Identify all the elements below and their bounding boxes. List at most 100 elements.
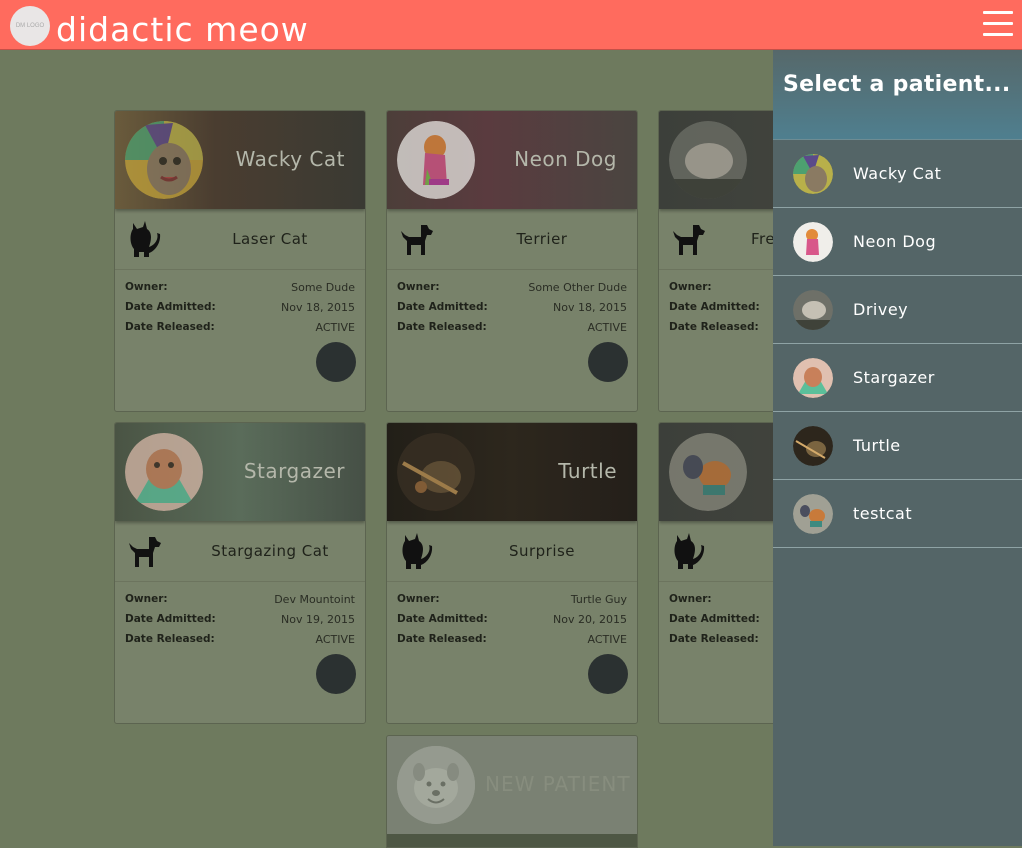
released-label: Date Released: [669, 633, 759, 645]
patient-avatar [793, 494, 833, 534]
patient-avatar [397, 121, 475, 199]
new-patient-card[interactable]: NEW PATIENT [386, 735, 638, 848]
admitted-label: Date Admitted: [669, 613, 760, 625]
patient-avatar [125, 121, 203, 199]
cat-icon [130, 221, 161, 257]
dog-face-icon [397, 746, 475, 824]
card-action-button[interactable] [316, 342, 356, 382]
drawer-item-wacky-cat[interactable]: Wacky Cat [773, 140, 1022, 208]
patient-card[interactable]: Stargazer Stargazing Cat Owner: Dev Mount… [114, 422, 366, 724]
patient-name: Turtle [558, 459, 617, 483]
patient-avatar [125, 433, 203, 511]
patient-avatar [669, 433, 747, 511]
patient-avatar [793, 222, 833, 262]
new-patient-avatar [397, 746, 475, 824]
owner-label: Owner: [125, 593, 168, 605]
released-value: ACTIVE [587, 320, 627, 334]
app-title: didactic meow [56, 10, 309, 49]
new-patient-header: NEW PATIENT [387, 736, 637, 834]
patient-avatar [793, 426, 833, 466]
card-action-button[interactable] [588, 342, 628, 382]
owner-value: Some Dude [291, 280, 355, 294]
patient-avatar [669, 121, 747, 199]
dog-icon [129, 537, 161, 567]
card-action-button[interactable] [588, 654, 628, 694]
admitted-value: Nov 18, 2015 [553, 300, 627, 314]
card-header: Wacky Cat [115, 111, 365, 209]
breed-label: Terrier [516, 230, 568, 248]
released-label: Date Released: [125, 321, 215, 333]
drawer-item-label: Stargazer [853, 368, 935, 387]
patient-name: Neon Dog [514, 147, 617, 171]
top-bar: DM LOGO didactic meow [0, 0, 1022, 50]
released-value: ACTIVE [587, 632, 627, 646]
patient-card[interactable]: Neon Dog Terrier Owner: Some Other Dude D… [386, 110, 638, 412]
drawer-item-label: Wacky Cat [853, 164, 942, 183]
card-header: Neon Dog [387, 111, 637, 209]
patient-info: Owner: Some Dude Date Admitted: Nov 18, 20… [125, 277, 355, 337]
admitted-value: Nov 18, 2015 [281, 300, 355, 314]
drawer-item-label: testcat [853, 504, 913, 523]
new-patient-label: NEW PATIENT [485, 772, 631, 796]
logo[interactable]: DM LOGO [10, 6, 50, 46]
admitted-value: Nov 19, 2015 [281, 612, 355, 626]
drawer-item-label: Turtle [853, 436, 901, 455]
breed-label: Laser Cat [232, 230, 308, 248]
owner-value: Turtle Guy [570, 592, 627, 606]
patient-name: Stargazer [243, 459, 345, 483]
patient-info: Owner: Turtle Guy Date Admitted: Nov 20, 2… [397, 589, 627, 649]
owner-label: Owner: [397, 281, 440, 293]
card-header: Stargazer [115, 423, 365, 521]
patient-avatar [793, 154, 833, 194]
patient-name: Wacky Cat [235, 147, 345, 171]
patient-avatar [793, 358, 833, 398]
dog-icon [673, 225, 705, 255]
drawer-item-label: Neon Dog [853, 232, 937, 251]
card-action-button[interactable] [316, 654, 356, 694]
hamburger-menu-icon[interactable] [983, 11, 1013, 38]
owner-value: Dev Mountoint [274, 592, 355, 606]
patient-avatar [397, 433, 475, 511]
drawer-item-turtle[interactable]: Turtle [773, 412, 1022, 480]
drawer-item-testcat[interactable]: testcat [773, 480, 1022, 548]
patient-card[interactable]: Turtle Surprise Owner: Turtle Guy Date Ad… [386, 422, 638, 724]
admitted-label: Date Admitted: [397, 301, 488, 313]
species-row: Stargazing Cat [115, 521, 365, 582]
logo-text: DM LOGO [15, 23, 45, 29]
admitted-label: Date Admitted: [669, 301, 760, 313]
patient-card[interactable]: Wacky Cat Laser Cat Owner: Some Dude Date… [114, 110, 366, 412]
admitted-label: Date Admitted: [125, 613, 216, 625]
admitted-label: Date Admitted: [125, 301, 216, 313]
breed-label: Stargazing Cat [211, 542, 329, 560]
patient-drawer: Select a patient... Wacky Cat Neon Dog D… [773, 50, 1022, 846]
drawer-title: Select a patient... [783, 72, 1011, 97]
patient-avatar [793, 290, 833, 330]
drawer-item-drivey[interactable]: Drivey [773, 276, 1022, 344]
drawer-item-label: Drivey [853, 300, 909, 319]
drawer-item-neon-dog[interactable]: Neon Dog [773, 208, 1022, 276]
patient-info: Owner: Dev Mountoint Date Admitted: Nov 19… [125, 589, 355, 649]
cat-icon [402, 533, 433, 569]
released-value: ACTIVE [315, 632, 355, 646]
species-row: Laser Cat [115, 209, 365, 270]
owner-label: Owner: [397, 593, 440, 605]
new-patient-footer [387, 834, 637, 847]
species-row: Terrier [387, 209, 637, 270]
patient-info: Owner: Some Other Dude Date Admitted: Nov … [397, 277, 627, 337]
released-label: Date Released: [397, 321, 487, 333]
owner-label: Owner: [669, 281, 712, 293]
admitted-value: Nov 20, 2015 [553, 612, 627, 626]
released-label: Date Released: [125, 633, 215, 645]
owner-label: Owner: [125, 281, 168, 293]
owner-label: Owner: [669, 593, 712, 605]
card-header: Turtle [387, 423, 637, 521]
dog-icon [401, 225, 433, 255]
breed-label: Surprise [508, 542, 576, 560]
released-label: Date Released: [669, 321, 759, 333]
released-value: ACTIVE [315, 320, 355, 334]
cat-icon [674, 533, 705, 569]
released-label: Date Released: [397, 633, 487, 645]
admitted-label: Date Admitted: [397, 613, 488, 625]
drawer-item-stargazer[interactable]: Stargazer [773, 344, 1022, 412]
owner-value: Some Other Dude [528, 280, 627, 294]
